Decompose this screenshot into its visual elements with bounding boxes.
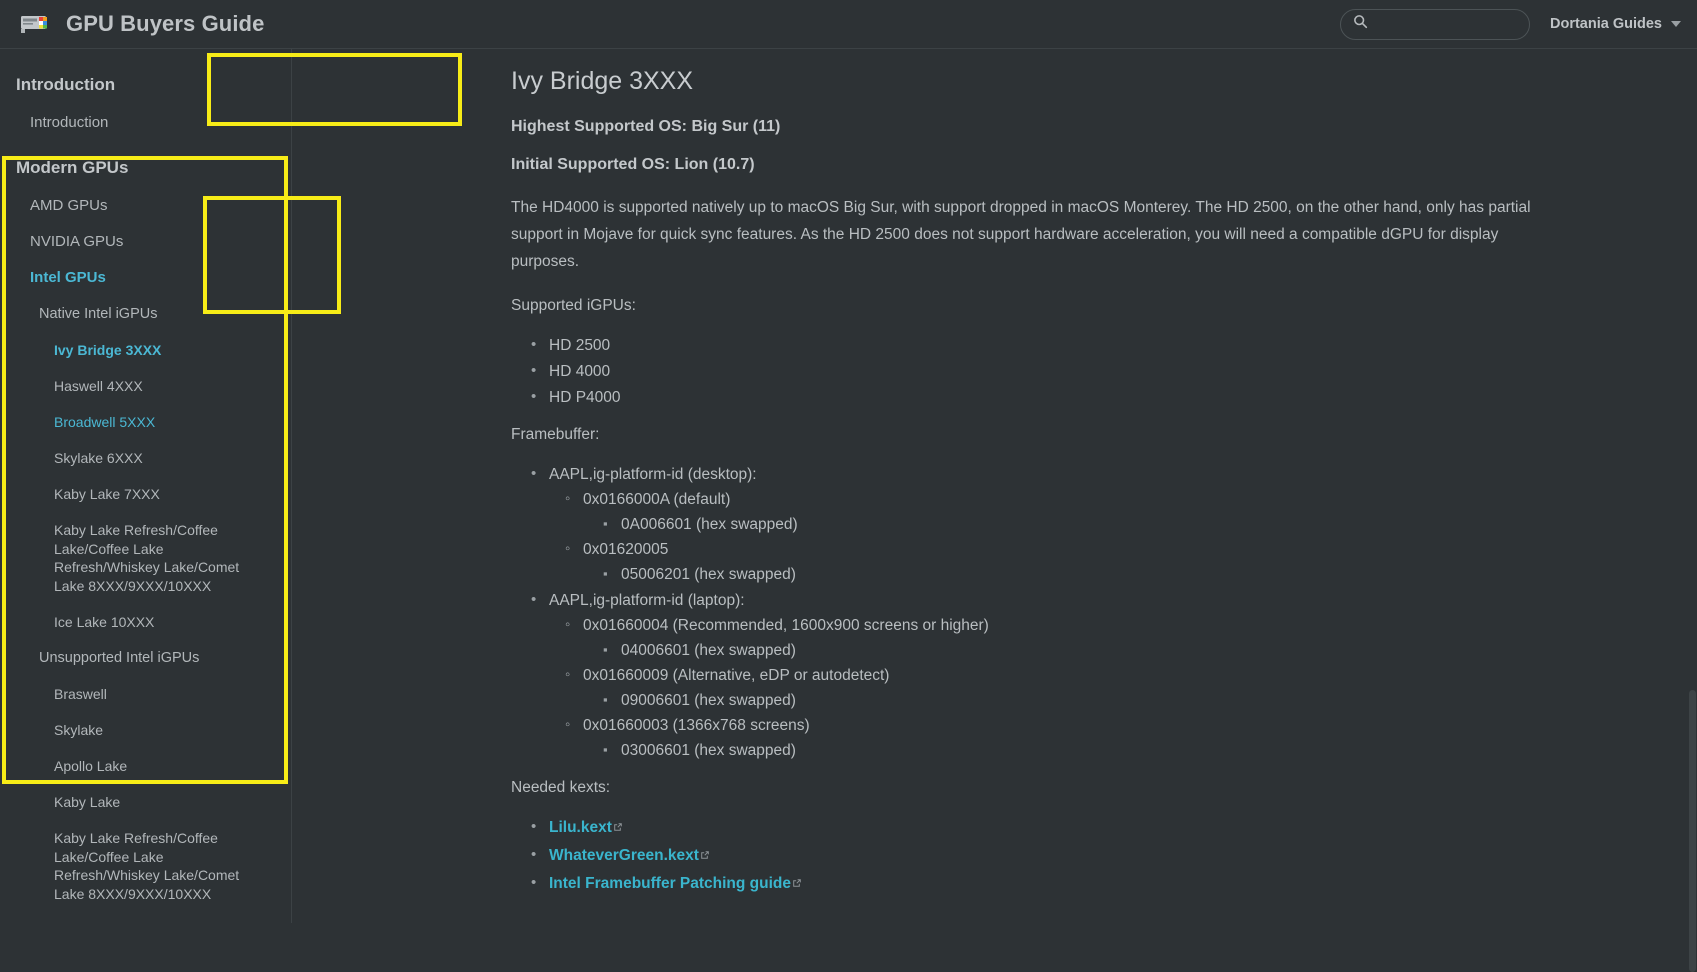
framebuffer-sublist: 05006201 (hex swapped) [583,561,1653,587]
framebuffer-item-label: 03006601 (hex swapped) [621,742,796,759]
kext-list-item: Intel Framebuffer Patching guide [531,870,1653,898]
highest-supported-os: Highest Supported OS: Big Sur (11) [511,118,781,135]
igpu-list-item: HD 2500 [531,332,1653,358]
supported-igpus-list: HD 2500HD 4000HD P4000 [511,332,1653,410]
sidebar-item-nvidia-gpus[interactable]: NVIDIA GPUs [0,233,291,251]
framebuffer-list-item: 09006601 (hex swapped) [603,687,1653,713]
sidebar-item-ivy-bridge-3xxx[interactable]: Ivy Bridge 3XXX [0,341,291,359]
framebuffer-item-label: 0x01620005 [583,541,669,558]
dortania-guides-label: Dortania Guides [1550,16,1662,32]
framebuffer-item-label: AAPL,ig-platform-id (laptop): [549,592,745,609]
framebuffer-item-label: 09006601 (hex swapped) [621,692,796,709]
external-link-icon [792,879,802,891]
sidebar-list: Introduction Introduction Modern GPUs AMD G… [0,75,291,923]
framebuffer-list-item: 03006601 (hex swapped) [603,737,1653,763]
sidebar-heading: Modern GPUs [16,158,129,177]
page-scrollbar[interactable] [1687,49,1697,972]
sidebar-item-skylake-6xxx[interactable]: Skylake 6XXX [0,449,291,467]
sidebar-item-introduction[interactable]: Introduction [0,114,291,132]
header-right: Dortania Guides [1340,8,1681,40]
framebuffer-item-label: 0x01660009 (Alternative, eDP or autodete… [583,667,890,684]
app-title: GPU Buyers Guide [66,11,265,36]
framebuffer-item-label: 0x0166000A (default) [583,491,731,508]
brand[interactable]: GPU Buyers Guide [20,11,264,37]
initial-supported-os: Initial Supported OS: Lion (10.7) [511,156,755,173]
kext-link[interactable]: WhateverGreen.kext [549,847,699,864]
sidebar-item-kaby-lake[interactable]: Kaby Lake [0,793,291,811]
kext-link[interactable]: Lilu.kext [549,819,612,836]
external-link-icon [700,851,710,863]
framebuffer-list-item: AAPL,ig-platform-id (laptop): 0x01660004 … [531,587,1653,763]
framebuffer-item-label: 04006601 (hex swapped) [621,642,796,659]
igpu-list-item: HD P4000 [531,384,1653,410]
kext-link[interactable]: Intel Framebuffer Patching guide [549,875,791,892]
sidebar-item-kaby-lake-refresh-coffee-lake-coffee-lak[interactable]: Kaby Lake Refresh/Coffee Lake/Coffee Lak… [0,521,291,595]
sidebar-item-ice-lake-10xxx[interactable]: Ice Lake 10XXX [0,613,291,631]
main-content: Ivy Bridge 3XXX Highest Supported OS: Bi… [293,49,1697,923]
framebuffer-item-label: AAPL,ig-platform-id (desktop): [549,466,757,483]
needed-kexts-label: Needed kexts: [511,779,611,796]
sidebar-heading: Introduction [16,75,116,94]
framebuffer-list-item: 05006201 (hex swapped) [603,561,1653,587]
framebuffer-item-label: 0x01660003 (1366x768 screens) [583,717,810,734]
sidebar-item-apollo-lake[interactable]: Apollo Lake [0,757,291,775]
search-input[interactable] [1376,15,1516,33]
supported-igpus-label: Supported iGPUs: [511,297,636,314]
framebuffer-list-item: AAPL,ig-platform-id (desktop): 0x0166000A… [531,461,1653,587]
sidebar-item-haswell-4xxx[interactable]: Haswell 4XXX [0,377,291,395]
framebuffer-sublist: 0x0166000A (default) 0A006601 (hex swappe… [549,486,1653,587]
kext-list-item: Lilu.kext [531,814,1653,842]
framebuffer-sublist: 09006601 (hex swapped) [583,687,1653,713]
sidebar-item-braswell[interactable]: Braswell [0,685,291,703]
chevron-down-icon [1671,21,1681,27]
sidebar-item-unsupported-intel-igpus[interactable]: Unsupported Intel iGPUs [0,649,291,667]
framebuffer-label: Framebuffer: [511,426,600,443]
sidebar-item-native-intel-igpus[interactable]: Native Intel iGPUs [0,305,291,323]
framebuffer-item-label: 05006201 (hex swapped) [621,566,796,583]
framebuffer-list-item: 0x01660004 (Recommended, 1600x900 screen… [565,612,1653,663]
sidebar-item-kaby-lake-refresh-coffee-lake-coffee-lak[interactable]: Kaby Lake Refresh/Coffee Lake/Coffee Lak… [0,829,291,903]
search-icon [1353,14,1368,34]
sidebar-item-skylake[interactable]: Skylake [0,721,291,739]
needed-kexts-list: Lilu.kext WhateverGreen.kext Intel Framebu… [511,814,1653,898]
search-box[interactable] [1340,8,1530,40]
kext-list-item: WhateverGreen.kext [531,842,1653,870]
framebuffer-list-item: 0A006601 (hex swapped) [603,511,1653,537]
sidebar-item-broadwell-5xxx[interactable]: Broadwell 5XXX [0,413,291,431]
framebuffer-list-item: 0x01660003 (1366x768 screens) 03006601 (h… [565,712,1653,763]
framebuffer-list-item: 04006601 (hex swapped) [603,637,1653,663]
framebuffer-item-label: 0x01660004 (Recommended, 1600x900 screen… [583,617,989,634]
igpu-list-item: HD 4000 [531,358,1653,384]
gpu-card-icon [20,13,50,35]
sidebar-navigation[interactable]: Introduction Introduction Modern GPUs AMD G… [0,49,292,923]
framebuffer-sublist: 03006601 (hex swapped) [583,737,1653,763]
external-link-icon [613,823,623,835]
sidebar-item-amd-gpus[interactable]: AMD GPUs [0,197,291,215]
framebuffer-list-item: 0x0166000A (default) 0A006601 (hex swappe… [565,486,1653,537]
sidebar-section-gap [0,150,291,158]
intro-paragraph: The HD4000 is supported natively up to m… [511,199,1531,270]
framebuffer-list: AAPL,ig-platform-id (desktop): 0x0166000A… [511,461,1653,763]
framebuffer-item-label: 0A006601 (hex swapped) [621,516,798,533]
framebuffer-sublist: 04006601 (hex swapped) [583,637,1653,663]
sidebar-item-intel-gpus[interactable]: Intel GPUs [0,269,291,287]
framebuffer-list-item: 0x01620005 05006201 (hex swapped) [565,536,1653,587]
framebuffer-sublist: 0A006601 (hex swapped) [583,511,1653,537]
page-title: Ivy Bridge 3XXX [511,67,694,95]
scrollbar-thumb[interactable] [1689,690,1696,972]
framebuffer-list-item: 0x01660009 (Alternative, eDP or autodete… [565,662,1653,713]
supported-igpus-section: Supported iGPUs: HD 2500HD 4000HD P4000 [511,297,1653,410]
framebuffer-sublist: 0x01660004 (Recommended, 1600x900 screen… [549,612,1653,763]
app-header: GPU Buyers Guide Dortania Guides [0,0,1697,49]
sidebar-item-kaby-lake-7xxx[interactable]: Kaby Lake 7XXX [0,485,291,503]
dortania-guides-menu[interactable]: Dortania Guides [1550,16,1681,32]
